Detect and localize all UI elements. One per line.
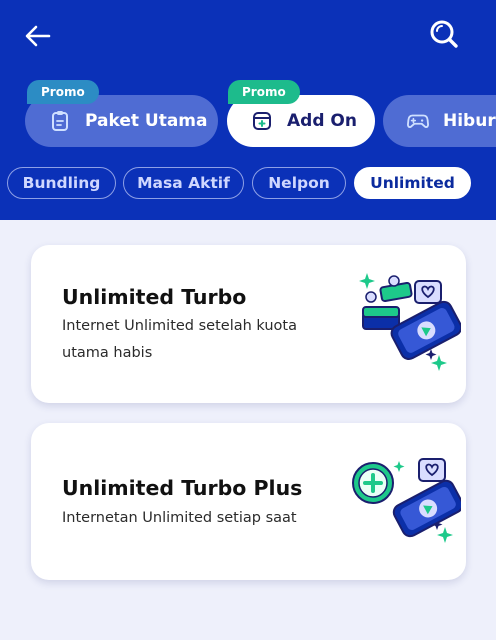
promo-badge: Promo <box>27 80 99 104</box>
promo-badge: Promo <box>228 80 300 104</box>
gamepad-icon <box>407 110 429 132</box>
product-card-unlimited-turbo[interactable]: Unlimited Turbo Internet Unlimited setel… <box>31 245 466 403</box>
header-bar: Paket Utama Add On Hiburan Promo Promo B… <box>0 0 496 220</box>
card-title: Unlimited Turbo <box>62 285 247 309</box>
chip-unlimited[interactable]: Unlimited <box>354 167 471 199</box>
card-description: Internet Unlimited setelah kuota utama h… <box>62 318 297 361</box>
chip-nelpon[interactable]: Nelpon <box>252 167 346 199</box>
back-button[interactable] <box>20 18 56 54</box>
chip-masa-aktif[interactable]: Masa Aktif <box>123 167 244 199</box>
add-box-icon <box>251 110 273 132</box>
search-button[interactable] <box>426 16 462 52</box>
tab-label: Paket Utama <box>85 111 208 131</box>
card-title: Unlimited Turbo Plus <box>62 476 303 500</box>
arrow-left-icon <box>25 25 51 47</box>
chip-bundling[interactable]: Bundling <box>7 167 116 199</box>
phone-plus-illustration <box>352 458 461 543</box>
tab-label: Add On <box>287 111 357 131</box>
card-description: Internetan Unlimited setiap saat <box>62 510 297 526</box>
phone-play-illustration <box>359 273 461 371</box>
tab-hiburan[interactable]: Hiburan <box>383 95 496 147</box>
tab-label: Hiburan <box>443 111 496 131</box>
search-icon <box>430 20 458 48</box>
product-card-unlimited-turbo-plus[interactable]: Unlimited Turbo Plus Internetan Unlimite… <box>31 423 466 580</box>
clipboard-icon <box>49 110 71 132</box>
